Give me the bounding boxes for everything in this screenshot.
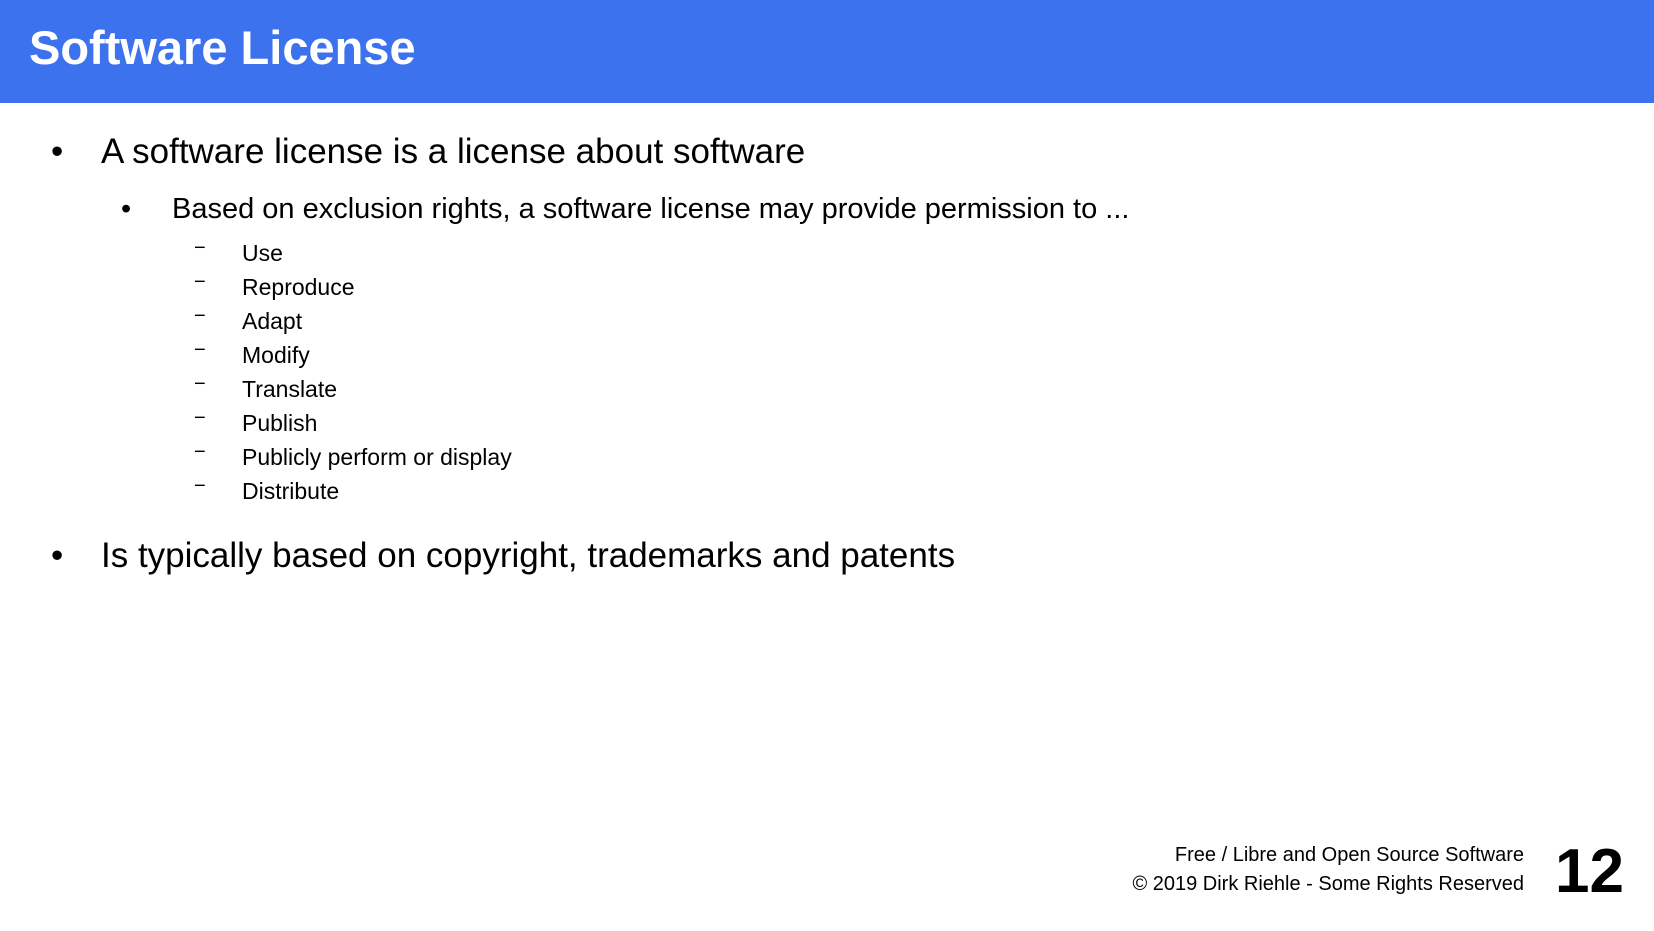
list-item: − Adapt — [194, 305, 303, 336]
dash-icon: − — [194, 271, 206, 293]
bullet-icon: • — [51, 132, 64, 171]
list-item-text: Publish — [242, 410, 318, 436]
bullet-text: A software license is a license about so… — [101, 132, 806, 171]
bullet-item: • A software license is a license about … — [51, 131, 806, 173]
sub-bullet-item: • Based on exclusion rights, a software … — [121, 191, 1130, 227]
bullet-icon: • — [51, 536, 64, 575]
page-number: 12 — [1555, 837, 1624, 906]
list-item: − Translate — [194, 373, 338, 404]
bullet-item: • Is typically based on copyright, trade… — [51, 535, 956, 577]
dash-icon: − — [194, 441, 206, 463]
list-item: − Publish — [194, 407, 318, 438]
list-item-text: Reproduce — [242, 274, 355, 300]
footer-course-title: Free / Libre and Open Source Software — [1174, 844, 1524, 866]
list-item-text: Adapt — [242, 308, 303, 334]
footer-copyright: © 2019 Dirk Riehle - Some Rights Reserve… — [1132, 873, 1524, 895]
bullet-text: Is typically based on copyright, tradema… — [101, 536, 956, 575]
slide-title: Software License — [29, 21, 416, 74]
dash-icon: − — [194, 305, 206, 327]
sub-bullet-text: Based on exclusion rights, a software li… — [172, 193, 1130, 225]
list-item: − Reproduce — [194, 271, 355, 302]
list-item: − Publicly perform or display — [194, 441, 512, 472]
dash-icon: − — [194, 237, 206, 259]
list-item: − Distribute — [194, 475, 340, 506]
list-item-text: Modify — [242, 342, 310, 368]
list-item: − Modify — [194, 339, 310, 370]
bullet-icon: • — [121, 193, 132, 225]
list-item-text: Distribute — [242, 478, 340, 504]
dash-icon: − — [194, 407, 206, 429]
title-bar: Software License — [0, 0, 1654, 103]
dash-icon: − — [194, 373, 206, 395]
list-item: − Use — [194, 237, 283, 268]
dash-icon: − — [194, 339, 206, 361]
list-item-text: Publicly perform or display — [242, 444, 512, 470]
list-item-text: Use — [242, 240, 283, 266]
list-item-text: Translate — [242, 376, 338, 402]
dash-icon: − — [194, 475, 206, 497]
